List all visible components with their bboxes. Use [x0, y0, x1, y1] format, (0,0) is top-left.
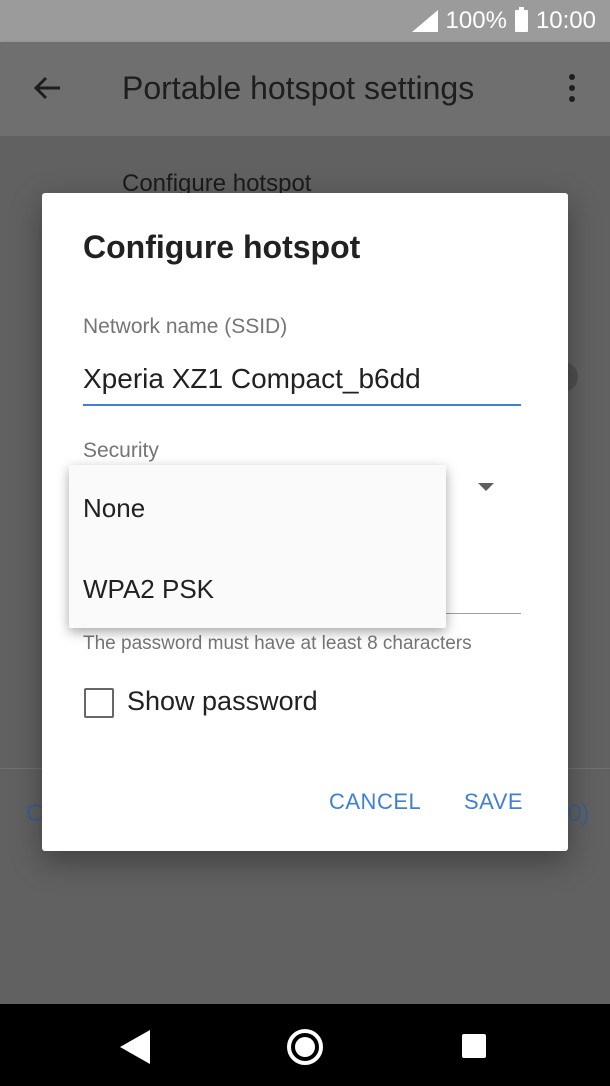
nav-back-icon[interactable] — [120, 1030, 150, 1064]
show-password-checkbox[interactable] — [84, 688, 114, 718]
battery-icon — [514, 7, 528, 32]
security-option-wpa2-psk[interactable]: WPA2 PSK — [83, 574, 214, 605]
status-icons: 100% 10:00 — [411, 7, 596, 35]
ssid-input-underline — [83, 404, 521, 406]
cancel-button[interactable]: CANCEL — [329, 789, 421, 815]
ssid-input[interactable]: Xperia XZ1 Compact_b6dd — [83, 363, 421, 395]
password-hint: The password must have at least 8 charac… — [83, 633, 472, 654]
clock: 10:00 — [535, 7, 596, 34]
back-arrow-icon[interactable] — [30, 70, 66, 106]
save-button[interactable]: SAVE — [464, 789, 523, 815]
system-nav-bar — [0, 1004, 610, 1086]
security-dropdown-menu: None WPA2 PSK — [69, 465, 446, 628]
security-option-none[interactable]: None — [83, 493, 145, 524]
ssid-label: Network name (SSID) — [83, 315, 288, 338]
page-title: Portable hotspot settings — [122, 70, 475, 106]
background-right-text: 0) — [568, 800, 590, 827]
show-password-label[interactable]: Show password — [127, 686, 318, 717]
signal-icon — [411, 10, 438, 32]
security-label: Security — [83, 439, 159, 462]
status-bar: 100% 10:00 — [0, 0, 610, 42]
battery-percent: 100% — [445, 7, 507, 34]
security-dropdown-arrow-icon[interactable] — [478, 483, 494, 491]
overflow-menu-icon[interactable] — [560, 70, 584, 106]
nav-home-icon[interactable] — [287, 1029, 323, 1065]
nav-recents-icon[interactable] — [462, 1034, 486, 1058]
app-bar: Portable hotspot settings — [0, 42, 610, 136]
dialog-title: Configure hotspot — [83, 229, 361, 265]
background-left-text: C — [26, 800, 44, 827]
